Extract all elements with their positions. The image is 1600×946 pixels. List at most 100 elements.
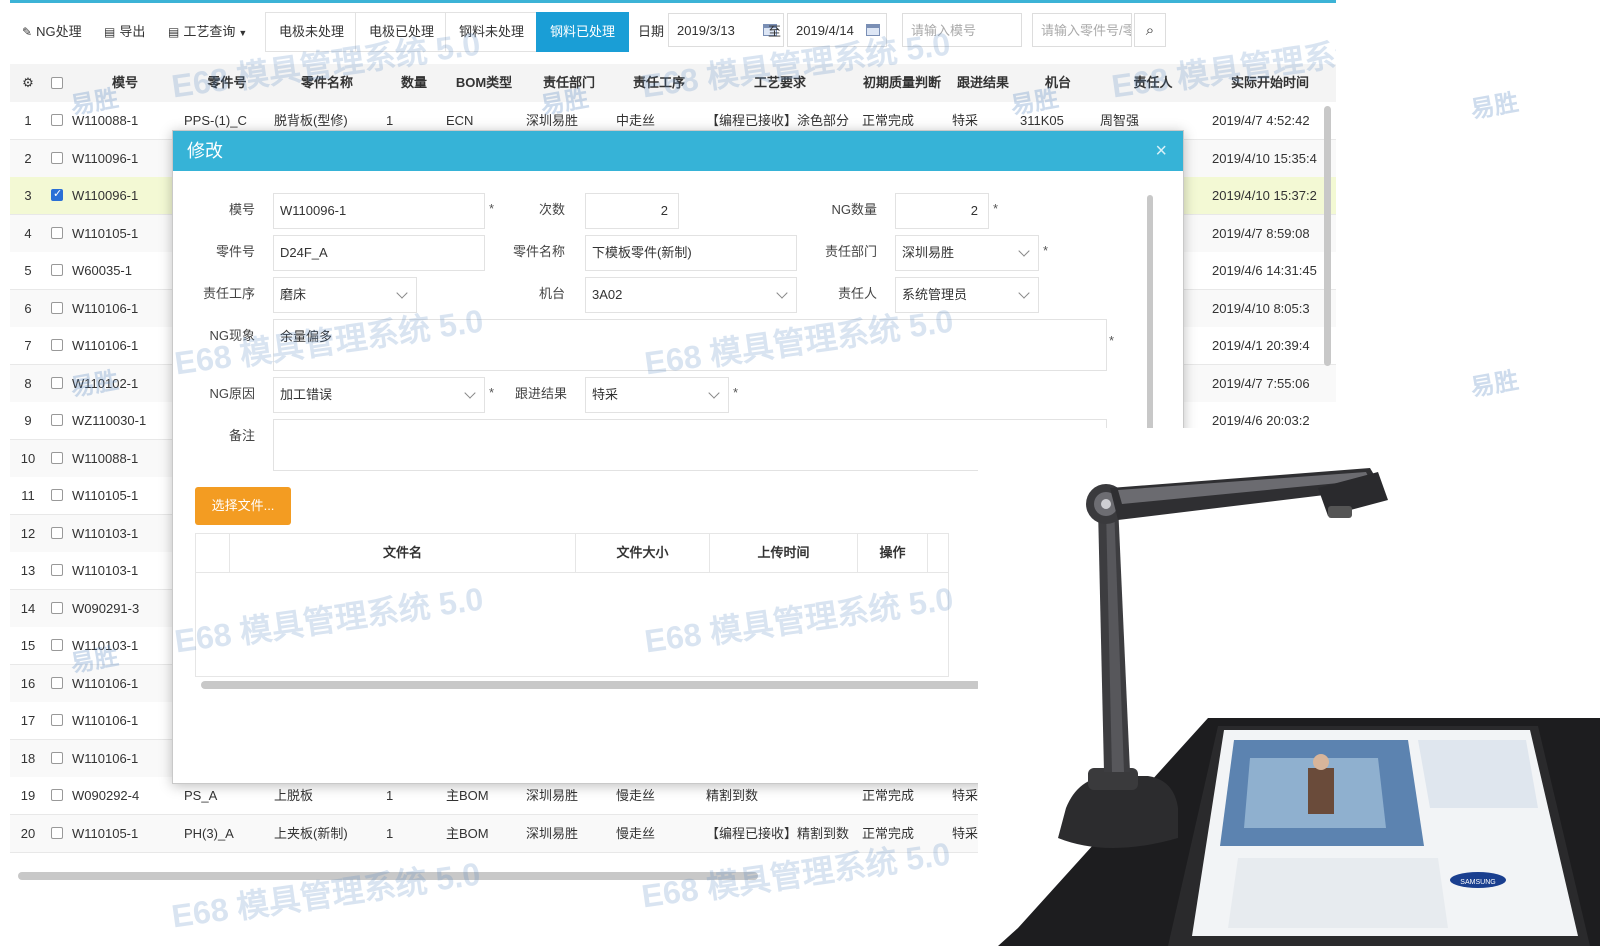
dept-select[interactable]: 深圳易胜: [895, 235, 1039, 271]
segment-electrode-unprocessed[interactable]: 电极未处理: [265, 12, 359, 52]
label-ng-qty: NG数量: [831, 202, 877, 217]
cell-start-time: 2019/4/7 8:59:08: [1212, 225, 1310, 241]
segment-electrode-processed[interactable]: 电极已处理: [355, 12, 449, 52]
search-icon: ⌕: [1145, 22, 1155, 39]
select-all-checkbox[interactable]: [51, 77, 63, 89]
cell-bom-type: 主BOM: [446, 825, 489, 841]
row-checkbox[interactable]: [51, 751, 63, 764]
row-checkbox[interactable]: [51, 826, 63, 839]
table-vertical-scrollbar[interactable]: [1324, 106, 1331, 366]
table-horizontal-scrollbar[interactable]: [18, 872, 758, 880]
row-checkbox[interactable]: [51, 264, 63, 276]
row-checkbox[interactable]: [51, 601, 63, 614]
row-checkbox[interactable]: [51, 187, 63, 201]
row-index: 17: [20, 713, 36, 728]
part-field[interactable]: D24F_A: [273, 235, 485, 271]
machine-select[interactable]: 3A02: [585, 277, 797, 313]
cell-mold: W090291-3: [72, 600, 140, 616]
reason-select[interactable]: 加工错误: [273, 377, 485, 413]
row-index: 3: [24, 188, 32, 203]
calendar-icon[interactable]: [866, 24, 880, 36]
row-checkbox[interactable]: [51, 451, 63, 464]
row-checkbox[interactable]: [51, 789, 63, 801]
row-checkbox[interactable]: [51, 526, 63, 539]
row-checkbox[interactable]: [51, 414, 63, 426]
row-checkbox[interactable]: [51, 376, 63, 389]
col-follow[interactable]: 跟进结果: [948, 64, 1018, 102]
col-proc[interactable]: 责任工序: [614, 64, 704, 102]
cell-start-time: 2019/4/10 15:35:4: [1212, 150, 1317, 166]
search-button[interactable]: ⌕: [1134, 13, 1166, 47]
row-checkbox[interactable]: [51, 151, 63, 164]
ng-process-button[interactable]: ✎ NG处理: [22, 14, 82, 50]
col-part-name[interactable]: 零件名称: [272, 64, 382, 102]
cell-dept: 深圳易胜: [526, 825, 579, 841]
label-part-name: 零件名称: [512, 244, 565, 259]
row-checkbox[interactable]: [51, 114, 63, 126]
cell-mold: W110096-1: [72, 188, 139, 203]
pencil-icon: ✎: [22, 25, 33, 39]
row-index: 6: [24, 300, 32, 316]
col-owner[interactable]: 责任人: [1098, 64, 1208, 102]
cell-part-name: 上夹板(新制): [274, 825, 348, 841]
mold-field[interactable]: W110096-1: [273, 193, 485, 229]
dialog-vertical-scrollbar[interactable]: [1147, 195, 1153, 431]
chevron-down-icon: [464, 387, 476, 399]
close-icon[interactable]: ×: [1155, 131, 1167, 171]
row-checkbox[interactable]: [51, 676, 63, 689]
col-judge[interactable]: 初期质量判断: [856, 64, 948, 102]
row-index: 7: [24, 338, 32, 353]
row-checkbox[interactable]: [51, 339, 63, 351]
cell-mold: W110106-1: [72, 713, 139, 728]
proc-select[interactable]: 磨床: [273, 277, 417, 313]
date-from-input[interactable]: 2019/3/13: [668, 13, 784, 47]
ng-qty-field[interactable]: 2: [895, 193, 989, 229]
row-checkbox[interactable]: [51, 639, 63, 651]
col-req[interactable]: 工艺要求: [704, 64, 856, 102]
mold-search-input[interactable]: 请输入模号: [902, 13, 1022, 47]
row-checkbox[interactable]: [51, 564, 63, 576]
file-table-scrollbar[interactable]: [201, 681, 981, 689]
phenomenon-textarea[interactable]: 余量偏多: [273, 319, 1107, 371]
cell-start-time: 2019/4/10 15:37:2: [1212, 188, 1317, 203]
owner-select[interactable]: 系统管理员: [895, 277, 1039, 313]
row-checkbox[interactable]: [51, 714, 63, 726]
required-mark: *: [489, 201, 495, 216]
col-start-time[interactable]: 实际开始时间: [1208, 64, 1332, 102]
row-index: 14: [20, 600, 36, 616]
col-bom-type[interactable]: BOM类型: [444, 64, 524, 102]
choose-file-button[interactable]: 选择文件...: [195, 487, 291, 525]
chevron-down-icon: [1018, 245, 1030, 257]
process-query-dropdown[interactable]: ▤ 工艺查询 ▼: [168, 14, 247, 50]
document-icon: ▤: [104, 25, 116, 39]
file-col-size: 文件大小: [576, 534, 710, 572]
export-button[interactable]: ▤ 导出: [104, 14, 145, 50]
row-index: 20: [20, 825, 36, 841]
watermark: E68 模具管理系统 5.0: [169, 855, 483, 935]
label-mold: 模号: [228, 202, 255, 217]
row-checkbox[interactable]: [51, 301, 63, 314]
label-part: 零件号: [215, 244, 255, 259]
file-col-action: 操作: [858, 534, 928, 572]
col-qty[interactable]: 数量: [384, 64, 444, 102]
cell-start-time: 2019/4/7 7:55:06: [1212, 375, 1310, 391]
times-field[interactable]: 2: [585, 193, 679, 229]
top-accent-line: [10, 0, 1336, 3]
row-index: 16: [20, 675, 36, 691]
date-to-input[interactable]: 2019/4/14: [787, 13, 887, 47]
col-part[interactable]: 零件号: [182, 64, 272, 102]
row-checkbox[interactable]: [51, 489, 63, 501]
follow-select[interactable]: 特采: [585, 377, 729, 413]
cell-mold: W110106-1: [72, 750, 139, 766]
watermark-logo: 易胜: [1468, 88, 1521, 124]
cell-part: PH(3)_A: [184, 825, 234, 841]
part-name-field[interactable]: 下模板零件(新制): [585, 235, 797, 271]
part-search-input[interactable]: 请输入零件号/零: [1032, 13, 1132, 47]
segment-steel-unprocessed[interactable]: 钢料未处理: [445, 12, 539, 52]
label-proc: 责任工序: [202, 286, 255, 301]
segment-steel-processed[interactable]: 钢料已处理: [536, 12, 630, 52]
settings-gear-icon[interactable]: ⚙: [18, 64, 38, 102]
row-index: 1: [24, 113, 32, 128]
row-checkbox[interactable]: [51, 226, 63, 239]
cell-mold: W110106-1: [72, 300, 139, 316]
